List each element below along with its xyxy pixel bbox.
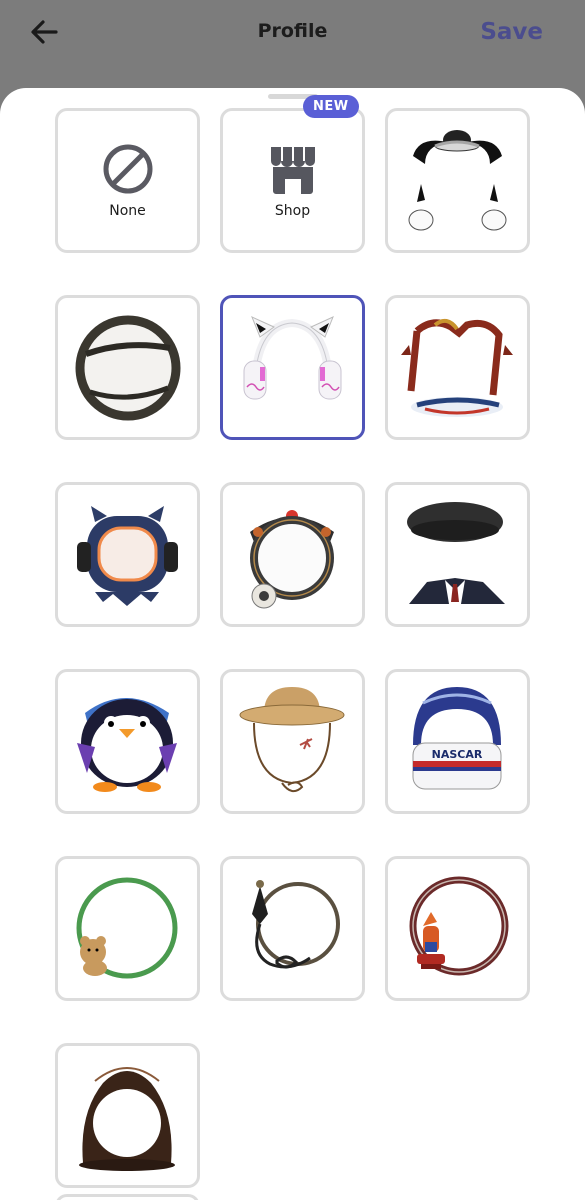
decoration-racing-helmet-tile[interactable]: NASCAR: [385, 669, 530, 814]
helmet-brand-text: NASCAR: [432, 748, 483, 761]
decoration-beret-suit-tile[interactable]: [385, 482, 530, 627]
mouse-ears-glove-decoration: [408, 130, 507, 231]
shop-label: Shop: [274, 202, 311, 219]
decoration-fox-ring-tile[interactable]: [385, 856, 530, 1001]
cat-ears-headphones-decoration: [243, 316, 342, 400]
decoration-mech-ring-tile[interactable]: [220, 482, 365, 627]
straw-hat-decoration: [239, 687, 345, 793]
decoration-teddy-ring-tile[interactable]: [55, 856, 200, 1001]
cat-helmet-decoration: [77, 506, 178, 606]
fox-ring-decoration: [409, 876, 509, 976]
beret-suit-decoration: [407, 502, 505, 604]
stone-ring-decoration: [75, 315, 180, 420]
decoration-cat-ears-headphones-tile[interactable]: [220, 295, 365, 440]
none-icon: [103, 144, 152, 193]
save-button[interactable]: Save: [480, 19, 543, 45]
new-badge: NEW: [303, 95, 359, 118]
decoration-cat-helmet-tile[interactable]: [55, 482, 200, 627]
none-label: None: [109, 202, 146, 219]
decoration-dark-hood-tile[interactable]: [55, 1043, 200, 1188]
pendulum-decoration: [252, 880, 340, 969]
penguin-decoration: [77, 698, 177, 792]
teddy-ring-decoration: [76, 877, 178, 979]
racing-helmet-decoration: NASCAR: [412, 687, 502, 790]
decoration-pendulum-tile[interactable]: [220, 856, 365, 1001]
shop-icon: [270, 146, 315, 194]
decoration-shop-tile[interactable]: NEW Shop: [220, 95, 365, 253]
partial-next-row-tile[interactable]: [55, 1194, 200, 1200]
decoration-stone-ring-tile[interactable]: [55, 295, 200, 440]
decoration-grid: None NEW Shop NASCAR: [55, 95, 531, 1188]
decoration-none-tile[interactable]: None: [55, 108, 200, 253]
decoration-mouse-ears-tile[interactable]: [385, 108, 530, 253]
decoration-straw-hat-tile[interactable]: [220, 669, 365, 814]
mech-ring-decoration: [250, 510, 334, 609]
dark-hood-decoration: [79, 1067, 175, 1171]
decoration-dragon-frame-tile[interactable]: [385, 295, 530, 440]
avatar-decoration-sheet: None NEW Shop NASCAR: [0, 88, 585, 1200]
decoration-penguin-tile[interactable]: [55, 669, 200, 814]
dragon-frame-decoration: [401, 318, 513, 417]
